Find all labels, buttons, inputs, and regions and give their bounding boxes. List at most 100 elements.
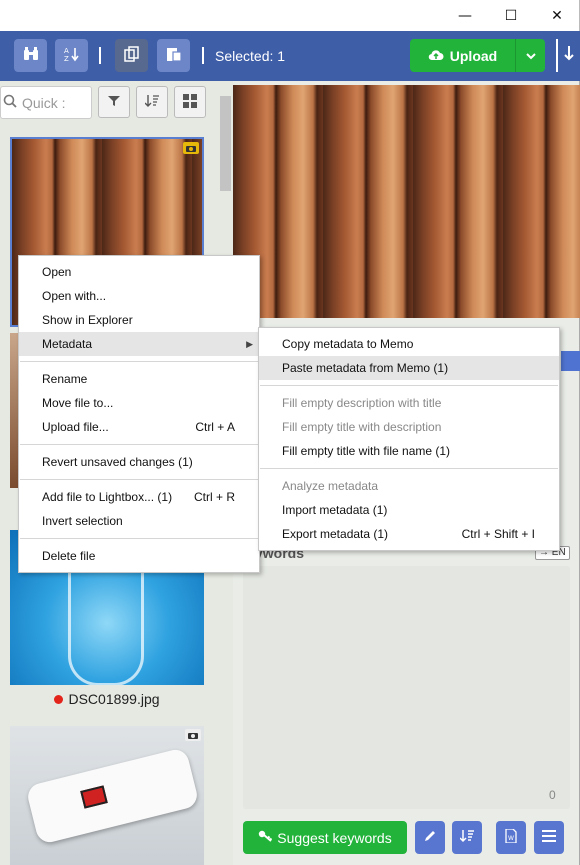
menu-item-label: Paste metadata from Memo (1) [282, 361, 449, 375]
more-menu-button[interactable] [534, 821, 564, 854]
copy-button[interactable] [115, 39, 148, 72]
search-icon [3, 94, 17, 111]
maximize-button[interactable]: ☐ [488, 0, 534, 31]
menu-separator [260, 468, 558, 469]
menu-separator [20, 444, 258, 445]
sort-keywords-button[interactable] [452, 821, 482, 854]
menu-item-paste-metadata[interactable]: Paste metadata from Memo (1) [259, 356, 559, 380]
chevron-down-icon [525, 49, 536, 63]
menu-item-label: Upload file... [42, 420, 109, 434]
menu-item-label: Invert selection [42, 514, 123, 528]
export-word-button[interactable]: W [496, 821, 526, 854]
power-strip-image-detail [25, 746, 200, 846]
menu-item-label: Show in Explorer [42, 313, 133, 327]
bottle-image-detail [68, 560, 144, 685]
filter-icon [108, 95, 120, 110]
menu-item-upload-file[interactable]: Upload file... Ctrl + A [19, 415, 259, 439]
pencil-icon [423, 829, 437, 846]
upload-options-button[interactable] [515, 39, 545, 72]
quick-search-field[interactable]: Quick : [0, 86, 92, 119]
toolbar-separator [99, 47, 101, 64]
edit-button[interactable] [415, 821, 445, 854]
menu-item-label: Fill empty title with description [282, 420, 442, 434]
window-titlebar: — ☐ ✕ [0, 0, 580, 31]
find-button[interactable] [14, 39, 47, 72]
menu-item-delete-file[interactable]: Delete file [19, 544, 259, 568]
file-name: DSC01899.jpg [68, 691, 160, 707]
keywords-input[interactable] [243, 566, 570, 809]
collapse-toggle[interactable] [561, 351, 580, 371]
menu-item-fill-title-from-filename[interactable]: Fill empty title with file name (1) [259, 439, 559, 463]
menu-item-rename[interactable]: Rename [19, 367, 259, 391]
menu-item-show-in-explorer[interactable]: Show in Explorer [19, 308, 259, 332]
upload-label: Upload [449, 47, 498, 64]
menu-item-label: Add file to Lightbox... (1) [42, 490, 173, 504]
download-button[interactable] [556, 39, 580, 72]
suggest-keywords-button[interactable]: Suggest keywords [243, 821, 407, 854]
binoculars-icon [23, 47, 39, 64]
menu-item-label: Fill empty description with title [282, 396, 442, 410]
file-context-menu: Open Open with... Show in Explorer Metad… [18, 255, 260, 573]
toolbar-separator [202, 47, 204, 64]
menu-item-revert-changes[interactable]: Revert unsaved changes (1) [19, 450, 259, 474]
menu-item-label: Rename [42, 372, 88, 386]
paste-button[interactable] [157, 39, 190, 72]
menu-separator [20, 479, 258, 480]
image-preview [233, 85, 580, 318]
menu-item-label: Revert unsaved changes (1) [42, 455, 193, 469]
menu-item-fill-title-from-description[interactable]: Fill empty title with description [259, 415, 559, 439]
grid-icon [183, 93, 197, 111]
word-document-icon: W [505, 828, 517, 846]
grid-view-button[interactable] [174, 86, 206, 118]
menu-item-import-metadata[interactable]: Import metadata (1) [259, 498, 559, 522]
svg-text:W: W [508, 835, 514, 842]
menu-item-move-file[interactable]: Move file to... [19, 391, 259, 415]
paste-icon [166, 46, 182, 65]
menu-separator [20, 361, 258, 362]
menu-item-invert-selection[interactable]: Invert selection [19, 509, 259, 533]
menu-item-label: Metadata [42, 337, 93, 351]
modified-status-dot [54, 694, 64, 704]
close-button[interactable]: ✕ [534, 0, 580, 31]
suggest-keywords-label: Suggest keywords [277, 829, 392, 846]
menu-item-label: Import metadata (1) [282, 503, 388, 517]
thumbnail-image[interactable] [10, 726, 204, 865]
sort-order-button[interactable] [136, 86, 168, 118]
menu-item-metadata[interactable]: Metadata ▶ [19, 332, 259, 356]
menu-item-shortcut: Ctrl + R [193, 490, 235, 504]
menu-separator [20, 538, 258, 539]
submenu-arrow-icon: ▶ [246, 339, 253, 349]
sort-descending-icon [144, 94, 159, 111]
main-toolbar: AZ Selected: 1 Upload [0, 31, 580, 81]
metadata-submenu: Copy metadata to Memo Paste metadata fro… [258, 327, 560, 551]
svg-text:A: A [64, 47, 69, 55]
menu-item-label: Move file to... [42, 396, 114, 410]
menu-item-copy-metadata[interactable]: Copy metadata to Memo [259, 332, 559, 356]
sort-button[interactable]: AZ [55, 39, 88, 72]
download-arrow-icon [564, 45, 574, 66]
file-caption: DSC01899.jpg [10, 691, 204, 707]
menu-item-shortcut: Ctrl + Shift + I [461, 527, 535, 541]
menu-item-open[interactable]: Open [19, 260, 259, 284]
menu-item-analyze-metadata[interactable]: Analyze metadata [259, 474, 559, 498]
menu-item-label: Open [42, 265, 72, 279]
filter-button[interactable] [98, 86, 130, 118]
selection-count: Selected: 1 [215, 48, 286, 64]
copy-icon [123, 46, 140, 65]
menu-item-label: Analyze metadata [282, 479, 379, 493]
menu-item-label: Fill empty title with file name (1) [282, 444, 451, 458]
menu-item-open-with[interactable]: Open with... [19, 284, 259, 308]
thumbnail-image[interactable] [10, 333, 18, 488]
scrollbar-thumb[interactable] [220, 96, 231, 191]
menu-item-export-metadata[interactable]: Export metadata (1) Ctrl + Shift + I [259, 522, 559, 546]
menu-separator [260, 385, 558, 386]
menu-item-label: Copy metadata to Memo [282, 337, 414, 351]
minimize-button[interactable]: — [442, 0, 488, 31]
menu-item-fill-description[interactable]: Fill empty description with title [259, 391, 559, 415]
camera-icon [185, 729, 201, 741]
key-icon [258, 829, 273, 846]
keywords-count: 0 [549, 788, 556, 802]
sort-descending-icon [459, 829, 474, 846]
upload-button[interactable]: Upload [410, 39, 515, 72]
menu-item-add-to-lightbox[interactable]: Add file to Lightbox... (1) Ctrl + R [19, 485, 259, 509]
